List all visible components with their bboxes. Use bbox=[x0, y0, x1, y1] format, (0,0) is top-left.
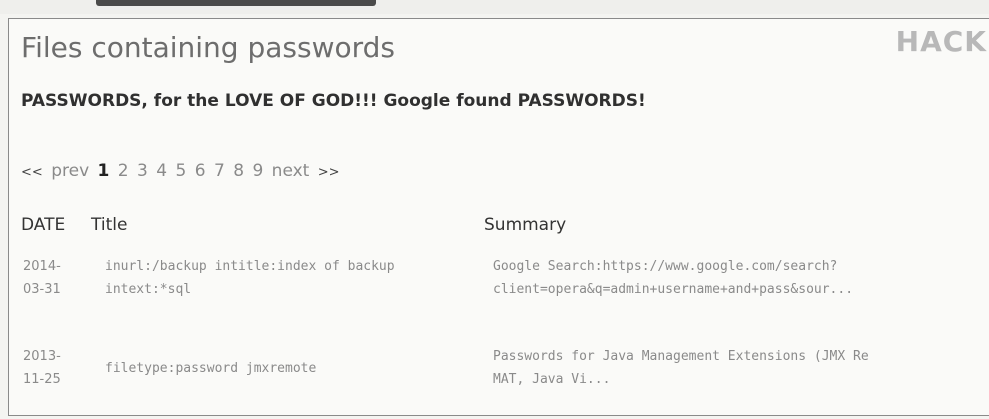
column-header-date: DATE bbox=[21, 215, 66, 235]
row-summary-line1: Passwords for Java Management Extensions… bbox=[493, 349, 869, 364]
page-subtitle: PASSWORDS, for the LOVE OF GOD!!! Google… bbox=[21, 91, 646, 111]
page-link-3[interactable]: 3 bbox=[137, 161, 148, 181]
page-link-8[interactable]: 8 bbox=[233, 161, 244, 181]
page-title: Files containing passwords bbox=[21, 31, 395, 64]
row-title-line1[interactable]: filetype:password jmxremote bbox=[105, 357, 316, 380]
column-header-summary: Summary bbox=[484, 215, 567, 235]
row-date-line2: 11-25 bbox=[23, 372, 61, 387]
page-link-5[interactable]: 5 bbox=[176, 161, 187, 181]
row-date-line2: 03-31 bbox=[23, 282, 61, 297]
column-header-title: Title bbox=[91, 215, 128, 235]
row-date: 2013- 11-25 bbox=[23, 345, 61, 391]
next-link[interactable]: next bbox=[272, 161, 310, 181]
row-title-line1[interactable]: inurl:/backup intitle:index of backup bbox=[105, 255, 395, 278]
next-arrows[interactable]: >> bbox=[318, 165, 340, 180]
page-link-7[interactable]: 7 bbox=[214, 161, 225, 181]
site-logo: HACK bbox=[896, 25, 987, 58]
row-date-line1: 2013- bbox=[23, 349, 61, 364]
row-summary-line1: Google Search:https://www.google.com/sea… bbox=[493, 259, 838, 274]
row-summary-line2: client=opera&q=admin+username+and+pass&s… bbox=[493, 282, 854, 297]
page-link-9[interactable]: 9 bbox=[252, 161, 263, 181]
logo-text: HACK bbox=[895, 25, 987, 58]
scan-smudge bbox=[96, 0, 376, 6]
row-title-line2[interactable]: intext:*sql bbox=[105, 278, 395, 301]
prev-link[interactable]: prev bbox=[51, 161, 89, 181]
row-summary: Google Search:https://www.google.com/sea… bbox=[493, 255, 853, 301]
row-date-line1: 2014- bbox=[23, 259, 61, 274]
row-date: 2014- 03-31 bbox=[23, 255, 61, 301]
page-link-1[interactable]: 1 bbox=[98, 161, 110, 181]
row-summary-line2: MAT, Java Vi... bbox=[493, 372, 611, 387]
content-panel: HACK Files containing passwords PASSWORD… bbox=[8, 18, 989, 416]
top-strip bbox=[0, 0, 989, 14]
row-title-link[interactable]: filetype:password jmxremote bbox=[105, 357, 316, 380]
page-link-4[interactable]: 4 bbox=[156, 161, 167, 181]
pagination: << prev 1 2 3 4 5 6 7 8 9 next >> bbox=[21, 161, 343, 181]
page-link-6[interactable]: 6 bbox=[195, 161, 206, 181]
page-link-2[interactable]: 2 bbox=[118, 161, 129, 181]
row-summary: Passwords for Java Management Extensions… bbox=[493, 345, 869, 391]
row-title-link[interactable]: inurl:/backup intitle:index of backup in… bbox=[105, 255, 395, 301]
prev-arrows[interactable]: << bbox=[21, 165, 43, 180]
